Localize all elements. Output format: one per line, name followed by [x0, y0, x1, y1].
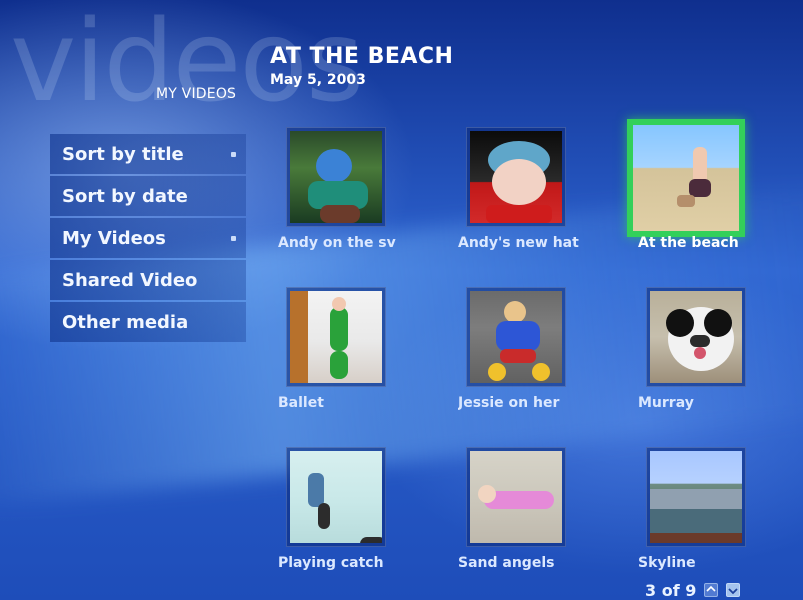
chevron-up-icon: [706, 585, 716, 592]
thumbnail-image: [650, 451, 742, 543]
thumbnail-image: [633, 125, 739, 231]
video-thumbnail[interactable]: [646, 447, 746, 547]
video-title: Playing catch: [278, 555, 384, 571]
menu-item-label: My Videos: [62, 227, 166, 249]
video-thumbnail[interactable]: [286, 287, 386, 387]
thumbnail-image: [470, 131, 562, 223]
video-tile[interactable]: Andy's new hat: [450, 121, 600, 261]
menu-dot-indicator: [231, 236, 236, 241]
menu-item-label: Sort by title: [62, 143, 184, 165]
page-prev-button[interactable]: [704, 583, 719, 597]
video-thumbnail[interactable]: [286, 127, 386, 227]
video-grid: Andy on the sv Andy's new hat At the bea…: [270, 119, 790, 571]
video-thumbnail[interactable]: [466, 447, 566, 547]
pager-text: 3 of 9: [645, 580, 697, 600]
page-subtitle: May 5, 2003: [270, 72, 366, 88]
video-title: Jessie on her: [458, 395, 560, 411]
thumbnail-image: [470, 451, 562, 543]
video-tile[interactable]: Sand angels: [450, 441, 600, 581]
thumbnail-image: [470, 291, 562, 383]
pager: 3 of 9: [645, 580, 741, 600]
page-next-button[interactable]: [726, 583, 741, 597]
video-title: Andy on the sv: [278, 235, 396, 251]
section-label: MY VIDEOS: [156, 86, 237, 102]
video-title: Andy's new hat: [458, 235, 579, 251]
video-thumbnail[interactable]: [646, 287, 746, 387]
menu-dot-indicator: [231, 152, 236, 157]
media-center-screen: videos MY VIDEOS AT THE BEACH May 5, 200…: [0, 0, 803, 600]
menu-item-label: Other media: [62, 311, 189, 333]
video-title: Sand angels: [458, 555, 555, 571]
video-title: Skyline: [638, 555, 696, 571]
video-thumbnail[interactable]: [466, 127, 566, 227]
video-title-selected: At the beach: [638, 235, 739, 251]
video-tile[interactable]: Playing catch: [270, 441, 420, 581]
thumbnail-image: [290, 131, 382, 223]
menu-item-shared-video[interactable]: Shared Video: [50, 260, 246, 300]
video-title: Murray: [638, 395, 694, 411]
thumbnail-image: [650, 291, 742, 383]
menu-item-other-media[interactable]: Other media: [50, 302, 246, 342]
thumbnail-image: [290, 451, 382, 543]
video-thumbnail[interactable]: [466, 287, 566, 387]
video-tile[interactable]: Murray: [630, 281, 780, 421]
thumbnail-image: [290, 291, 382, 383]
chevron-down-icon: [728, 588, 738, 595]
menu-item-label: Sort by date: [62, 185, 188, 207]
video-thumbnail-selected[interactable]: [627, 119, 745, 237]
video-tile[interactable]: Skyline: [630, 441, 780, 581]
left-menu: Sort by title Sort by date My Videos Sha…: [50, 134, 246, 344]
video-thumbnail[interactable]: [286, 447, 386, 547]
menu-item-my-videos[interactable]: My Videos: [50, 218, 246, 258]
video-tile[interactable]: At the beach: [627, 119, 780, 261]
video-tile[interactable]: Andy on the sv: [270, 121, 420, 261]
menu-item-label: Shared Video: [62, 269, 198, 291]
menu-item-sort-by-title[interactable]: Sort by title: [50, 134, 246, 174]
video-tile[interactable]: Ballet: [270, 281, 420, 421]
video-title: Ballet: [278, 395, 324, 411]
menu-item-sort-by-date[interactable]: Sort by date: [50, 176, 246, 216]
page-title: AT THE BEACH: [270, 44, 454, 69]
video-tile[interactable]: Jessie on her: [450, 281, 600, 421]
